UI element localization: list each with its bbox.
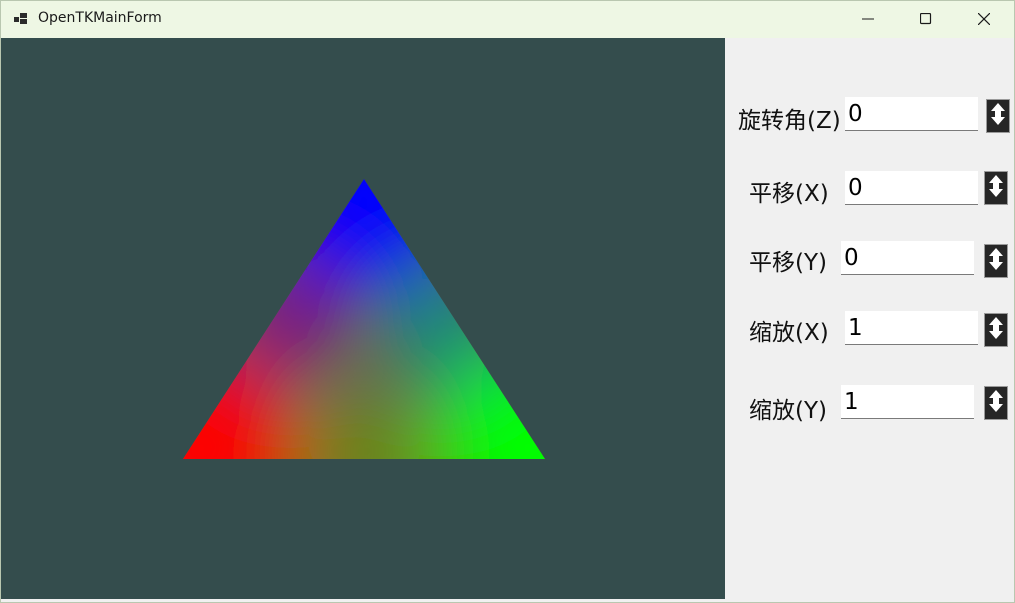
scale-y-spinner[interactable] <box>984 386 1008 420</box>
translate-x-input[interactable] <box>845 171 978 204</box>
scale-x-label: 缩放(X) <box>749 320 829 346</box>
rotation-z-label: 旋转角(Z) <box>738 108 841 134</box>
translate-x-spinner[interactable] <box>984 171 1008 205</box>
translate-x-label: 平移(X) <box>749 181 829 207</box>
up-down-arrows-icon <box>987 172 1005 204</box>
up-down-arrows-icon <box>987 387 1005 419</box>
translate-y-input-wrapper[interactable] <box>841 241 974 275</box>
scale-x-input-wrapper[interactable] <box>845 311 978 345</box>
scale-x-input[interactable] <box>845 311 978 344</box>
triangle-canvas <box>183 179 545 459</box>
scale-y-input[interactable] <box>841 385 974 418</box>
scale-y-label: 缩放(Y) <box>749 398 827 424</box>
windows-form-icon <box>13 11 29 27</box>
window-title: OpenTKMainForm <box>38 10 162 26</box>
minimize-button[interactable] <box>839 1 897 38</box>
transform-panel: 旋转角(Z) 平移(X) 平移(Y) <box>725 38 1014 599</box>
rotation-z-input[interactable] <box>845 97 978 130</box>
translate-x-input-wrapper[interactable] <box>845 171 978 205</box>
rgb-triangle <box>183 179 545 459</box>
up-down-arrows-icon <box>987 314 1005 346</box>
title-bar[interactable]: OpenTKMainForm <box>1 1 1014 38</box>
maximize-icon <box>919 10 932 29</box>
scale-y-input-wrapper[interactable] <box>841 385 974 419</box>
main-window: OpenTKMainForm 旋转角(Z) 0 平移(X) 0 平移(Y) 0 … <box>0 0 1015 603</box>
translate-y-spinner[interactable] <box>984 244 1008 278</box>
rotation-z-spinner[interactable] <box>986 99 1010 133</box>
close-icon <box>977 10 991 29</box>
close-button[interactable] <box>955 1 1013 38</box>
up-down-arrows-icon <box>989 100 1007 132</box>
translate-y-input[interactable] <box>841 241 974 274</box>
opengl-viewport[interactable] <box>1 38 725 599</box>
rotation-z-input-wrapper[interactable] <box>845 97 978 131</box>
minimize-icon <box>862 10 874 29</box>
up-down-arrows-icon <box>987 245 1005 277</box>
translate-y-label: 平移(Y) <box>749 250 827 276</box>
maximize-button[interactable] <box>897 1 955 38</box>
scale-x-spinner[interactable] <box>984 313 1008 347</box>
